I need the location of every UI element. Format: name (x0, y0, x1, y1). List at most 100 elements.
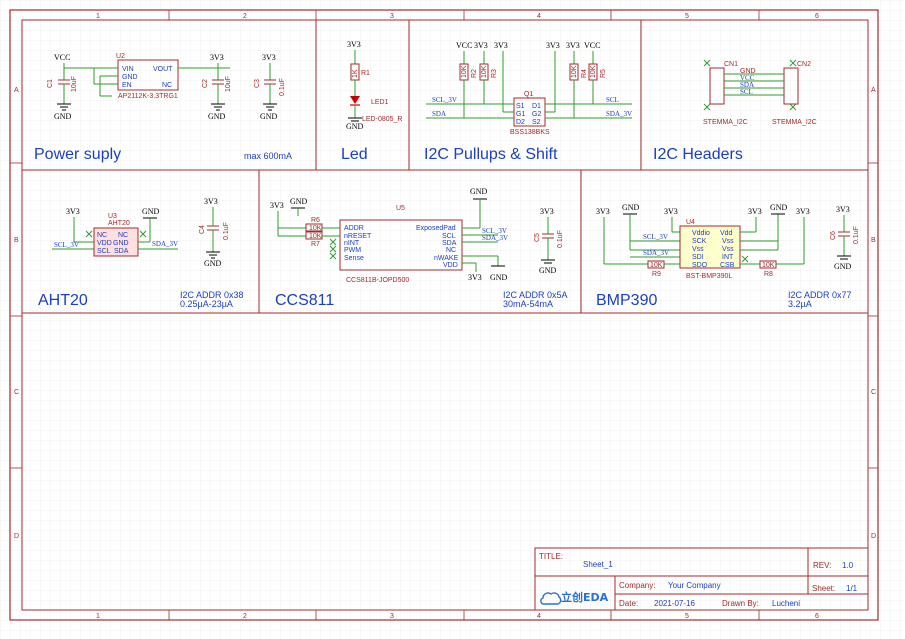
rev-value: 1.0 (842, 561, 854, 570)
gnd-label-bmp-left: GND (622, 203, 640, 212)
v33-label-bmp-left: 3V3 (596, 207, 610, 216)
col-label-bottom-2: 2 (243, 613, 247, 620)
u2-part: AP2112K-3.3TRG1 (118, 93, 178, 100)
u4-ref: U4 (686, 219, 695, 226)
u4-pin-vddio: Vddio (692, 230, 710, 237)
gnd-label-bmp-right: GND (770, 203, 788, 212)
row-label-right-b: B (871, 237, 876, 244)
q1-pin-g2: G2 (532, 111, 541, 118)
gnd-label-aht: GND (142, 207, 160, 216)
u3-pin-scl: SCL (97, 248, 111, 255)
q1-pin-d2: D2 (516, 119, 525, 126)
col-label-bottom-4: 4 (537, 613, 541, 620)
r6-ref: R6 (311, 217, 320, 224)
u5-pin-nc: NC (446, 247, 456, 254)
u4-pin-vss-2: Vss (722, 246, 734, 253)
row-label-d: D (14, 533, 19, 540)
r7-value: 10K (309, 233, 322, 240)
vcc-label: VCC (54, 53, 70, 62)
gnd-label-ccs-nwake: GND (490, 273, 508, 282)
v33-label-q1g2: 3V3 (546, 41, 560, 50)
r7-ref: R7 (311, 241, 320, 248)
cn2-part: STEMMA_I2C (772, 119, 817, 126)
net-sda-3v-left: SDA (432, 110, 446, 118)
section-title-ccs811: CCS811 (275, 292, 334, 309)
row-label-right-c: C (871, 389, 876, 396)
u5-pin-nreset: nRESET (344, 233, 372, 240)
r5-value: 10K (590, 65, 597, 78)
r2-value: 10K (461, 65, 468, 78)
r8-ref: R8 (764, 271, 773, 278)
u4-pin-vdd: Vdd (720, 230, 733, 237)
r5-ref: R5 (600, 69, 607, 78)
r9-ref: R9 (652, 271, 661, 278)
section-title-bmp390: BMP390 (596, 292, 657, 309)
r1-value: 1K (352, 69, 359, 78)
u5-part: CCS811B-JOPD500 (346, 277, 409, 284)
c3-value: 0.1uF (279, 78, 286, 96)
gnd-label-c6: GND (834, 262, 852, 271)
gnd-label-c5: GND (539, 266, 557, 275)
v33-label-c6: 3V3 (836, 205, 850, 214)
r4-ref: R4 (581, 69, 588, 78)
net-scl-3v-aht: SCL_3V (54, 241, 79, 249)
u3-pin-gnd: GND (113, 240, 129, 247)
section-title-led: Led (341, 146, 368, 163)
u3-pin-vdd: VDD (97, 240, 112, 247)
net-sda-3v-bmp: SDA_3V (643, 249, 669, 257)
company-value: Your Company (668, 581, 721, 590)
section-note-aht20-current: 0.25µA-23µA (180, 299, 233, 309)
drawn-by-label: Drawn By: (722, 599, 759, 608)
rev-label: REV: (813, 561, 831, 570)
net-sda-3v-ccs: SDA_3V (482, 234, 508, 242)
row-label-a: A (14, 87, 19, 94)
u2-ref: U2 (116, 53, 125, 60)
v33-label-bmp-vdd: 3V3 (748, 207, 762, 216)
c4-ref: C4 (199, 225, 206, 234)
v33-label-c4: 3V3 (204, 197, 218, 206)
c2-value: 10uF (225, 76, 232, 92)
sheet-value: 1/1 (846, 584, 858, 593)
col-label-6: 6 (815, 13, 819, 20)
u5-pin-exposedpad: ExposedPad (416, 225, 456, 232)
u5-pin-nint: nINT (344, 240, 360, 247)
section-title-power: Power suply (34, 146, 121, 163)
v33-label-c3: 3V3 (262, 53, 276, 62)
net-scl-3v-bmp: SCL_3V (643, 233, 668, 241)
r3-ref: R3 (491, 69, 498, 78)
v33-label-aht: 3V3 (66, 207, 80, 216)
q1-pin-s2: S2 (532, 119, 541, 126)
u5-pin-scl: SCL (442, 233, 456, 240)
lceda-logo-text: 立创EDA (561, 590, 609, 604)
u5-pin-vdd: VDD (443, 262, 458, 269)
u5-ref: U5 (396, 205, 405, 212)
u4-part: BST-BMP390L (686, 273, 732, 280)
r2-ref: R2 (471, 69, 478, 78)
u4-pin-sdo: SDO (692, 262, 708, 269)
col-label-5: 5 (685, 13, 689, 20)
cn1-ref: CN1 (724, 61, 738, 68)
title-value: Sheet_1 (583, 560, 613, 569)
q1-pin-g1: G1 (516, 111, 525, 118)
r1-ref: R1 (361, 70, 370, 77)
q1-part: BSS138BKS (510, 129, 550, 136)
u3-part: AHT20 (108, 220, 130, 227)
gnd-label-c2: GND (208, 112, 226, 121)
section-title-i2c-headers: I2C Headers (653, 146, 743, 163)
u5-pin-nwake: nWAKE (434, 255, 459, 262)
section-note-bmp390-current: 3.2µA (788, 299, 812, 309)
cn1-part: STEMMA_I2C (703, 119, 748, 126)
c3-ref: C3 (254, 79, 261, 88)
hdr-label-scl: SCL (740, 88, 753, 96)
u5-pin-addr: ADDR (344, 225, 364, 232)
v33-label-r4: 3V3 (566, 41, 580, 50)
net-scl-right: SCL (606, 96, 619, 104)
company-label: Company: (619, 581, 655, 590)
vcc-label-r5: VCC (584, 41, 600, 50)
v33-label-r3: 3V3 (474, 41, 488, 50)
u2-pin-en: EN (122, 82, 132, 89)
q1-pin-d1: D1 (532, 103, 541, 110)
u5-pin-sense: Sense (344, 255, 364, 262)
gnd-label-ccs-top: GND (290, 197, 308, 206)
r6-value: 10K (309, 225, 322, 232)
